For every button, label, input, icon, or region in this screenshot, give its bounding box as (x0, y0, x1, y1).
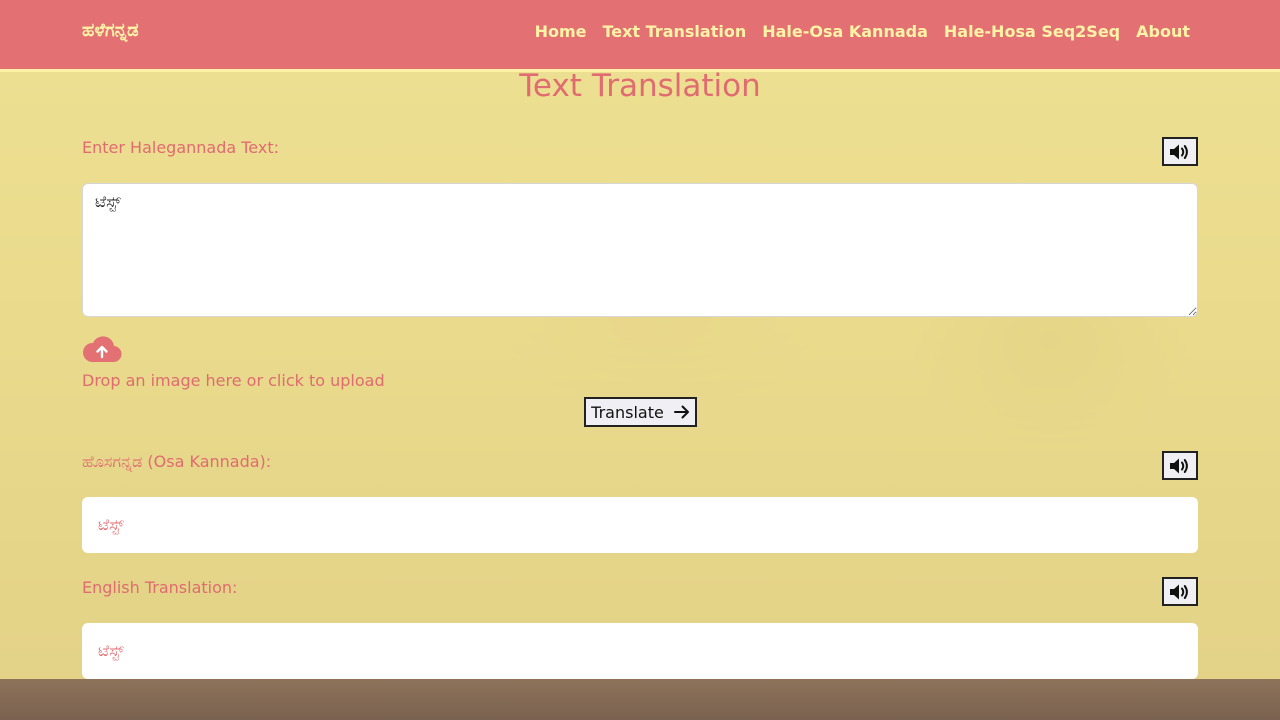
osa-kannada-label: ಹೊಸಗನ್ನಡ (Osa Kannada): (82, 452, 272, 471)
translate-button[interactable]: Translate (584, 397, 697, 427)
cloud-upload-icon (82, 336, 122, 363)
nav-link-about[interactable]: About (1136, 22, 1190, 41)
speaker-icon (1170, 144, 1188, 159)
english-translation-output: ಟೆಸ್ಟ್ (82, 623, 1198, 679)
upload-prompt[interactable]: Drop an image here or click to upload (82, 371, 385, 390)
halegannada-text-input[interactable]: ಟೆಸ್ಟ್ (82, 183, 1198, 317)
translate-button-label: Translate (591, 402, 664, 422)
upload-dropzone[interactable] (82, 334, 122, 368)
nav-link-hale-osa-kannada[interactable]: Hale-Osa Kannada (762, 22, 928, 41)
nav-links: Home Text Translation Hale-Osa Kannada H… (535, 22, 1190, 41)
speak-osa-kannada-button[interactable] (1162, 451, 1198, 480)
nav-link-text-translation[interactable]: Text Translation (602, 22, 746, 41)
speak-input-button[interactable] (1162, 137, 1198, 166)
arrow-right-icon (673, 405, 689, 419)
input-label: Enter Halegannada Text: (82, 138, 279, 157)
brand-logo[interactable]: ಹಳೆಗನ್ನಡ (82, 20, 139, 41)
navbar: ಹಳೆಗನ್ನಡ Home Text Translation Hale-Osa … (0, 0, 1280, 72)
speaker-icon (1170, 584, 1188, 599)
english-translation-label: English Translation: (82, 578, 238, 597)
speaker-icon (1170, 458, 1188, 473)
nav-link-hale-hosa-seq2seq[interactable]: Hale-Hosa Seq2Seq (944, 22, 1120, 41)
nav-link-home[interactable]: Home (535, 22, 587, 41)
osa-kannada-output: ಟೆಸ್ಟ್ (82, 497, 1198, 553)
osa-kannada-output-text: ಟೆಸ್ಟ್ (98, 515, 124, 534)
english-translation-output-text: ಟೆಸ್ಟ್ (98, 641, 124, 660)
page-title: Text Translation (519, 68, 761, 104)
background-ground (0, 679, 1280, 720)
speak-english-button[interactable] (1162, 577, 1198, 606)
